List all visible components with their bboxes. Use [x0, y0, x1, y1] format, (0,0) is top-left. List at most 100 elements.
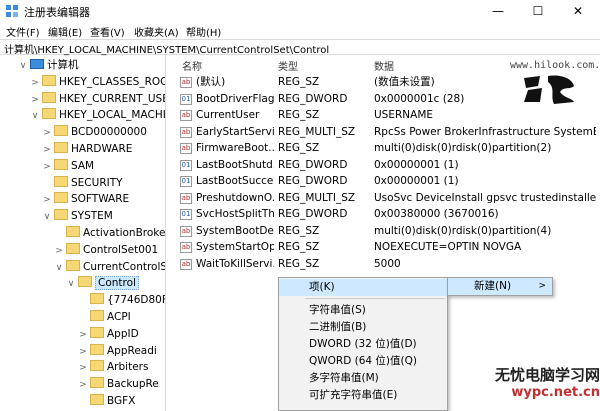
watermark-brand-line1: 无忧电脑学习网: [494, 366, 600, 384]
tree-item-label[interactable]: HKEY_CLASSES_ROOT: [59, 76, 165, 88]
string-value-icon: ab: [180, 242, 192, 253]
value-row[interactable]: 01 LastBootShutd... REG_DWORD 0x00000001 (1…: [172, 157, 600, 174]
value-data: 5000: [374, 257, 401, 270]
value-row[interactable]: ab PreshutdownO... REG_MULTI_SZ UsoSvc Devi…: [172, 190, 600, 207]
value-type: REG_SZ: [278, 241, 320, 253]
folder-icon: [54, 142, 68, 153]
watermark-brand: 无忧电脑学习网 wypc.net.cn: [468, 366, 600, 402]
folder-icon: [78, 276, 92, 288]
value-type: REG_DWORD: [278, 92, 348, 105]
value-name: PreshutdownO...: [196, 191, 274, 204]
value-type: REG_SZ: [278, 76, 320, 88]
tree-item-label[interactable]: ControlSet001: [83, 244, 158, 256]
menu-separator: [305, 298, 445, 299]
new-menu-item[interactable]: DWORD (32 位)值(D): [279, 336, 447, 353]
maximize-button[interactable]: ☐: [518, 0, 558, 22]
menu-help[interactable]: 帮助(H): [186, 24, 221, 39]
value-row[interactable]: ab SystemStartOp... REG_SZ NOEXECUTE=OPTIN…: [172, 239, 600, 256]
folder-icon: [54, 125, 68, 137]
column-name-header[interactable]: 名称: [182, 58, 202, 73]
menu-item-new[interactable]: 新建(N): [448, 278, 552, 295]
watermark-logo: [524, 75, 574, 104]
minimize-button[interactable]: —: [478, 0, 518, 22]
value-name: BootDriverFlags: [196, 92, 274, 105]
string-value-icon: ab: [180, 110, 192, 121]
value-type: REG_DWORD: [278, 158, 348, 171]
chevron-down-icon[interactable]: ∨: [54, 258, 64, 278]
value-data: RpcSs Power BrokerInfrastructure SystemE…: [374, 125, 596, 138]
column-type-header[interactable]: 类型: [278, 58, 298, 73]
value-row[interactable]: 01 LastBootSucce... REG_DWORD 0x00000001 (1…: [172, 173, 600, 190]
folder-icon: [90, 394, 104, 405]
tree-item-label[interactable]: AppReadi: [107, 345, 157, 357]
folder-icon: [42, 74, 56, 86]
binary-value-icon: 01: [180, 176, 192, 187]
tree-item[interactable]: BGFX: [78, 391, 135, 411]
new-menu-item[interactable]: QWORD (64 位)值(Q): [279, 353, 447, 370]
value-name: CurrentUser: [196, 109, 260, 121]
binary-value-icon: 01: [180, 159, 192, 171]
new-menu-item[interactable]: 二进制值(B): [279, 319, 447, 336]
close-button[interactable]: ✕: [558, 0, 598, 22]
value-name: WaitToKillServi...: [196, 257, 274, 270]
value-row[interactable]: ab SystemBootDe... REG_SZ multi(0)disk(0)rd…: [172, 223, 600, 240]
new-menu-item[interactable]: 项(K): [279, 279, 447, 296]
tree-item-label[interactable]: CurrentControlSet: [83, 261, 165, 273]
folder-icon: [90, 360, 104, 372]
value-data: 0x00000001 (1): [374, 158, 459, 171]
tree-item-label[interactable]: BCD00000000: [71, 126, 147, 138]
tree-item-label[interactable]: ACPI: [107, 311, 131, 323]
tree-item-label[interactable]: BackupRe: [107, 378, 159, 390]
new-menu-item[interactable]: 多字符串值(M): [279, 370, 447, 387]
tree-item-label[interactable]: HARDWARE: [71, 143, 132, 155]
value-name: SystemStartOp...: [196, 241, 274, 253]
tree-item-label[interactable]: SAM: [71, 160, 94, 172]
tree-item-label[interactable]: {7746D80F: [107, 294, 165, 306]
tree-item-label[interactable]: 计算机: [47, 59, 79, 71]
chevron-down-icon[interactable]: ∨: [30, 106, 40, 126]
menu-file[interactable]: 文件(F): [6, 24, 40, 39]
value-type: REG_SZ: [278, 257, 320, 270]
value-row[interactable]: ab CurrentUser REG_SZ USERNAME: [172, 107, 600, 124]
value-data: 0x00380000 (3670016): [374, 208, 499, 220]
value-row[interactable]: ab WaitToKillServi... REG_SZ 5000: [172, 256, 600, 273]
tree-item-label[interactable]: ActivationBroker: [83, 227, 165, 239]
value-row[interactable]: ab EarlyStartServi... REG_MULTI_SZ RpcSs Po…: [172, 124, 600, 141]
tree-item-label[interactable]: Arbiters: [107, 361, 148, 373]
tree-item-label[interactable]: HKEY_CURRENT_USER: [59, 93, 165, 105]
tree-item-label[interactable]: HKEY_LOCAL_MACHINE: [59, 109, 165, 121]
folder-icon: [54, 192, 68, 204]
folder-icon: [90, 377, 104, 389]
value-row[interactable]: ab FirmwareBoot... REG_SZ multi(0)disk(0)rd…: [172, 140, 600, 157]
value-name: SystemBootDe...: [196, 224, 274, 237]
new-menu-item[interactable]: 可扩充字符串值(E): [279, 387, 447, 404]
menu-bar: 文件(F) 编辑(E) 查看(V) 收藏夹(A) 帮助(H): [0, 22, 600, 39]
menu-view[interactable]: 查看(V): [90, 24, 125, 39]
value-type: REG_MULTI_SZ: [278, 191, 356, 204]
regedit-app-icon: [6, 5, 18, 17]
value-name: EarlyStartServi...: [196, 125, 274, 138]
chevron-down-icon[interactable]: ∨: [42, 207, 52, 227]
string-value-icon: ab: [180, 143, 192, 154]
chevron-down-icon[interactable]: ∨: [18, 56, 28, 76]
chevron-down-icon[interactable]: ∨: [66, 274, 76, 294]
menu-favorites[interactable]: 收藏夹(A): [134, 24, 179, 39]
value-name: (默认): [196, 76, 226, 88]
folder-icon: [66, 242, 80, 254]
address-path[interactable]: 计算机\HKEY_LOCAL_MACHINE\SYSTEM\CurrentCon…: [4, 41, 329, 56]
tree-item-label[interactable]: SOFTWARE: [71, 193, 129, 205]
new-menu-item[interactable]: 字符串值(S): [279, 302, 447, 319]
tree-item-label[interactable]: SECURITY: [71, 177, 123, 189]
value-data: 0x00000001 (1): [374, 175, 459, 187]
registry-tree[interactable]: ∨ 计算机 > HKEY_CLASSES_ROOT > HKEY_CURRENT_USER…: [0, 55, 166, 411]
folder-icon: [90, 326, 104, 338]
tree-item-label[interactable]: AppID: [107, 328, 139, 340]
tree-item-label[interactable]: BGFX: [107, 395, 135, 407]
tree-item-label[interactable]: SYSTEM: [71, 210, 113, 222]
tree-item-label[interactable]: Control: [95, 276, 139, 291]
column-data-header[interactable]: 数据: [374, 58, 394, 73]
address-bar[interactable]: 计算机\HKEY_LOCAL_MACHINE\SYSTEM\CurrentCon…: [0, 39, 600, 56]
value-row[interactable]: 01 SvcHostSplitTh... REG_DWORD 0x00380000 (…: [172, 206, 600, 223]
string-value-icon: ab: [180, 126, 192, 138]
menu-edit[interactable]: 编辑(E): [48, 24, 82, 39]
